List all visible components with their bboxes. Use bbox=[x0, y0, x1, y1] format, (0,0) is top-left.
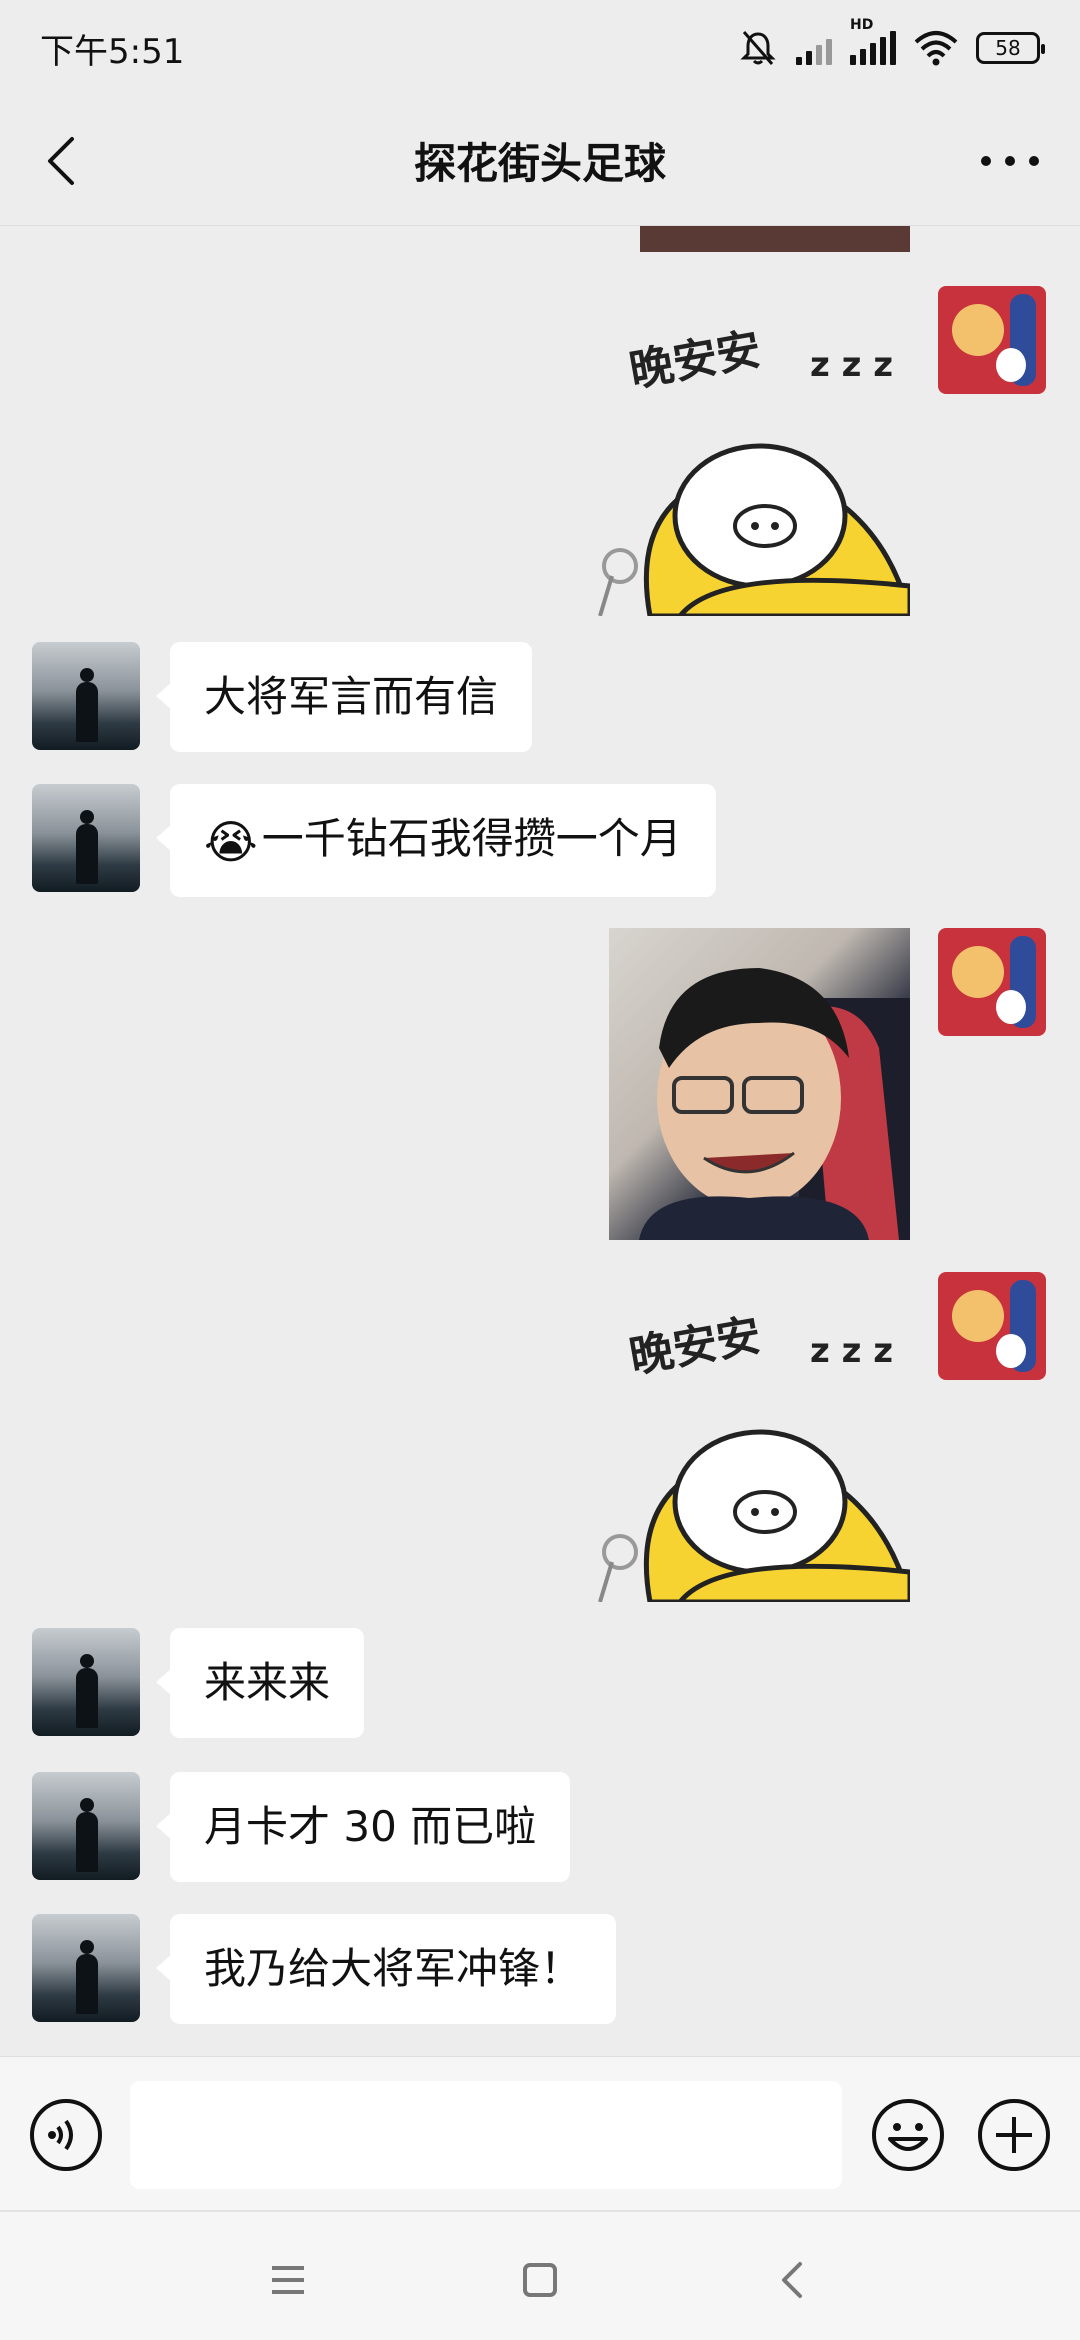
message-input[interactable] bbox=[130, 2081, 842, 2189]
status-time: 下午5:51 bbox=[40, 31, 185, 72]
signal-icon bbox=[796, 31, 832, 65]
avatar-decoration bbox=[952, 304, 1004, 356]
avatar-figure bbox=[76, 1654, 98, 1728]
avatar-figure bbox=[76, 1798, 98, 1872]
avatar-decoration bbox=[996, 990, 1026, 1024]
avatar-other[interactable] bbox=[32, 1914, 140, 2022]
avatar-decoration bbox=[996, 1334, 1026, 1368]
system-nav-bar bbox=[0, 2210, 1080, 2340]
avatar-other[interactable] bbox=[32, 1772, 140, 1880]
sticker-pig-goodnight[interactable]: 晚安安 z z z bbox=[590, 306, 910, 616]
message-bubble[interactable]: 大将军言而有信 bbox=[155, 642, 533, 752]
nav-back-icon[interactable] bbox=[764, 2250, 824, 2310]
sticker-zzz: z z z bbox=[810, 1331, 893, 1371]
crying-emoji-icon: 😭 bbox=[204, 814, 258, 869]
avatar-figure bbox=[76, 810, 98, 884]
image-message[interactable] bbox=[609, 928, 910, 1240]
message-text: 我乃给大将军冲锋！ bbox=[204, 1944, 583, 1993]
message-bubble[interactable]: 😭一千钻石我得攒一个月 bbox=[156, 784, 716, 897]
sticker-zzz: z z z bbox=[810, 345, 893, 385]
emoji-button[interactable] bbox=[870, 2097, 946, 2173]
avatar-decoration bbox=[952, 946, 1004, 998]
status-bar: 下午5:51 HD 58 bbox=[0, 0, 1080, 96]
chat-messages[interactable]: 晚安安 z z z 大将军言而有信 😭一千钻石我得攒一个月 晚安安 z z z … bbox=[0, 226, 1080, 2056]
message-text: 月卡才 30 而已啦 bbox=[204, 1802, 537, 1851]
photo-content bbox=[639, 968, 910, 1240]
avatar-decoration bbox=[952, 1290, 1004, 1342]
voice-button[interactable] bbox=[28, 2097, 104, 2173]
chat-header: 探花街头足球 bbox=[0, 96, 1080, 226]
more-button[interactable] bbox=[974, 131, 1046, 191]
message-bubble[interactable]: 来来来 bbox=[155, 1628, 365, 1738]
sticker-pig-goodnight[interactable]: 晚安安 z z z bbox=[590, 1292, 910, 1602]
avatar-other[interactable] bbox=[32, 784, 140, 892]
message-bubble[interactable]: 我乃给大将军冲锋！ bbox=[155, 1914, 617, 2024]
message-text: 一千钻石我得攒一个月 bbox=[261, 814, 682, 863]
previous-image-fragment[interactable] bbox=[640, 226, 910, 252]
bell-off-icon bbox=[740, 31, 776, 65]
avatar-figure bbox=[76, 1940, 98, 2014]
sticker-caption: 晚安安 bbox=[626, 1310, 765, 1383]
avatar-decoration bbox=[996, 348, 1026, 382]
hd-label: HD bbox=[850, 17, 874, 33]
sticker-caption: 晚安安 bbox=[626, 324, 765, 397]
signal-hd-icon bbox=[850, 31, 896, 65]
signal-hd-group: HD bbox=[850, 17, 896, 65]
home-icon[interactable] bbox=[510, 2250, 570, 2310]
avatar-self[interactable] bbox=[938, 1272, 1046, 1380]
input-bar bbox=[0, 2056, 1080, 2210]
avatar-other[interactable] bbox=[32, 642, 140, 750]
status-icons: HD 58 bbox=[738, 17, 1045, 68]
wifi-icon bbox=[914, 31, 958, 66]
page-title: 探花街头足球 bbox=[413, 139, 666, 188]
avatar-figure bbox=[76, 668, 98, 742]
message-bubble[interactable]: 月卡才 30 而已啦 bbox=[155, 1772, 571, 1882]
avatar-other[interactable] bbox=[32, 1628, 140, 1736]
battery-level: 58 bbox=[995, 36, 1021, 60]
avatar-self[interactable] bbox=[938, 928, 1046, 1036]
back-button[interactable] bbox=[34, 131, 94, 191]
menu-icon[interactable] bbox=[258, 2250, 318, 2310]
message-text: 来来来 bbox=[204, 1658, 331, 1707]
avatar-self[interactable] bbox=[938, 286, 1046, 394]
plus-button[interactable] bbox=[976, 2097, 1052, 2173]
message-text: 大将军言而有信 bbox=[204, 672, 499, 721]
battery-icon: 58 bbox=[976, 32, 1045, 64]
